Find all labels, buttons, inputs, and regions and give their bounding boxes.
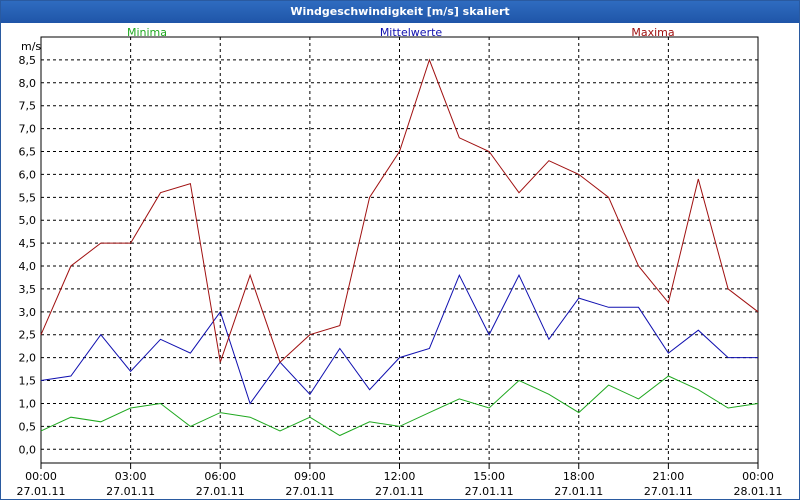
y-tick-label: 2,5 [19, 329, 37, 342]
y-tick-label: 4,5 [19, 237, 37, 250]
y-tick-label: 8,0 [19, 77, 37, 90]
x-tick-time: 09:00 [294, 470, 326, 483]
legend-entry-maxima: Maxima [631, 26, 674, 39]
y-tick-label: 0,0 [19, 443, 37, 456]
y-tick-label: 2,0 [19, 352, 37, 365]
x-tick-time: 03:00 [115, 470, 147, 483]
x-tick-date: 27.01.11 [196, 485, 245, 498]
x-tick-time: 00:00 [25, 470, 57, 483]
y-tick-label: 5,5 [19, 191, 37, 204]
x-tick-time: 18:00 [563, 470, 595, 483]
x-tick-date: 27.01.11 [465, 485, 514, 498]
x-tick-time: 06:00 [204, 470, 236, 483]
x-tick-time: 00:00 [742, 470, 774, 483]
y-tick-label: 7,5 [19, 100, 37, 113]
x-tick-date: 27.01.11 [106, 485, 155, 498]
x-tick-time: 15:00 [473, 470, 505, 483]
x-tick-time: 12:00 [384, 470, 416, 483]
y-tick-label: 1,0 [19, 397, 37, 410]
y-tick-label: 7,0 [19, 123, 37, 136]
x-tick-date: 27.01.11 [644, 485, 693, 498]
legend-entry-minima: Minima [127, 26, 167, 39]
y-tick-label: 3,0 [19, 306, 37, 319]
legend-entry-mittelwerte: Mittelwerte [380, 26, 443, 39]
y-tick-label: 6,0 [19, 168, 37, 181]
y-tick-label: 3,5 [19, 283, 37, 296]
y-tick-label: 6,5 [19, 146, 37, 159]
x-tick-date: 27.01.11 [285, 485, 334, 498]
y-axis-label: m/s [21, 40, 41, 53]
x-tick-date: 27.01.11 [554, 485, 603, 498]
y-tick-label: 8,5 [19, 54, 37, 67]
x-tick-date: 27.01.11 [17, 485, 66, 498]
x-tick-date: 28.01.11 [734, 485, 783, 498]
x-axis-ticks: 00:00 27.01.11 03:00 27.01.11 06:00 27.01.11 0… [17, 463, 783, 498]
y-axis-ticks: 0,0 0,5 1,0 1,5 2,0 2,5 3,0 3,5 4,0 4,5 5,0 5,5 6,0 6… [19, 54, 37, 456]
grid-lines [41, 37, 758, 463]
x-tick-time: 21:00 [653, 470, 685, 483]
chart-window: Windgeschwindigkeit [m/s] skaliert 0,0 0,… [0, 0, 800, 500]
y-tick-label: 1,5 [19, 375, 37, 388]
x-tick-date: 27.01.11 [375, 485, 424, 498]
y-tick-label: 4,0 [19, 260, 37, 273]
y-tick-label: 5,0 [19, 214, 37, 227]
wind-speed-chart: 0,0 0,5 1,0 1,5 2,0 2,5 3,0 3,5 4,0 4,5 5,0 5,5 6,0 6… [17, 26, 783, 498]
y-tick-label: 0,5 [19, 420, 37, 433]
